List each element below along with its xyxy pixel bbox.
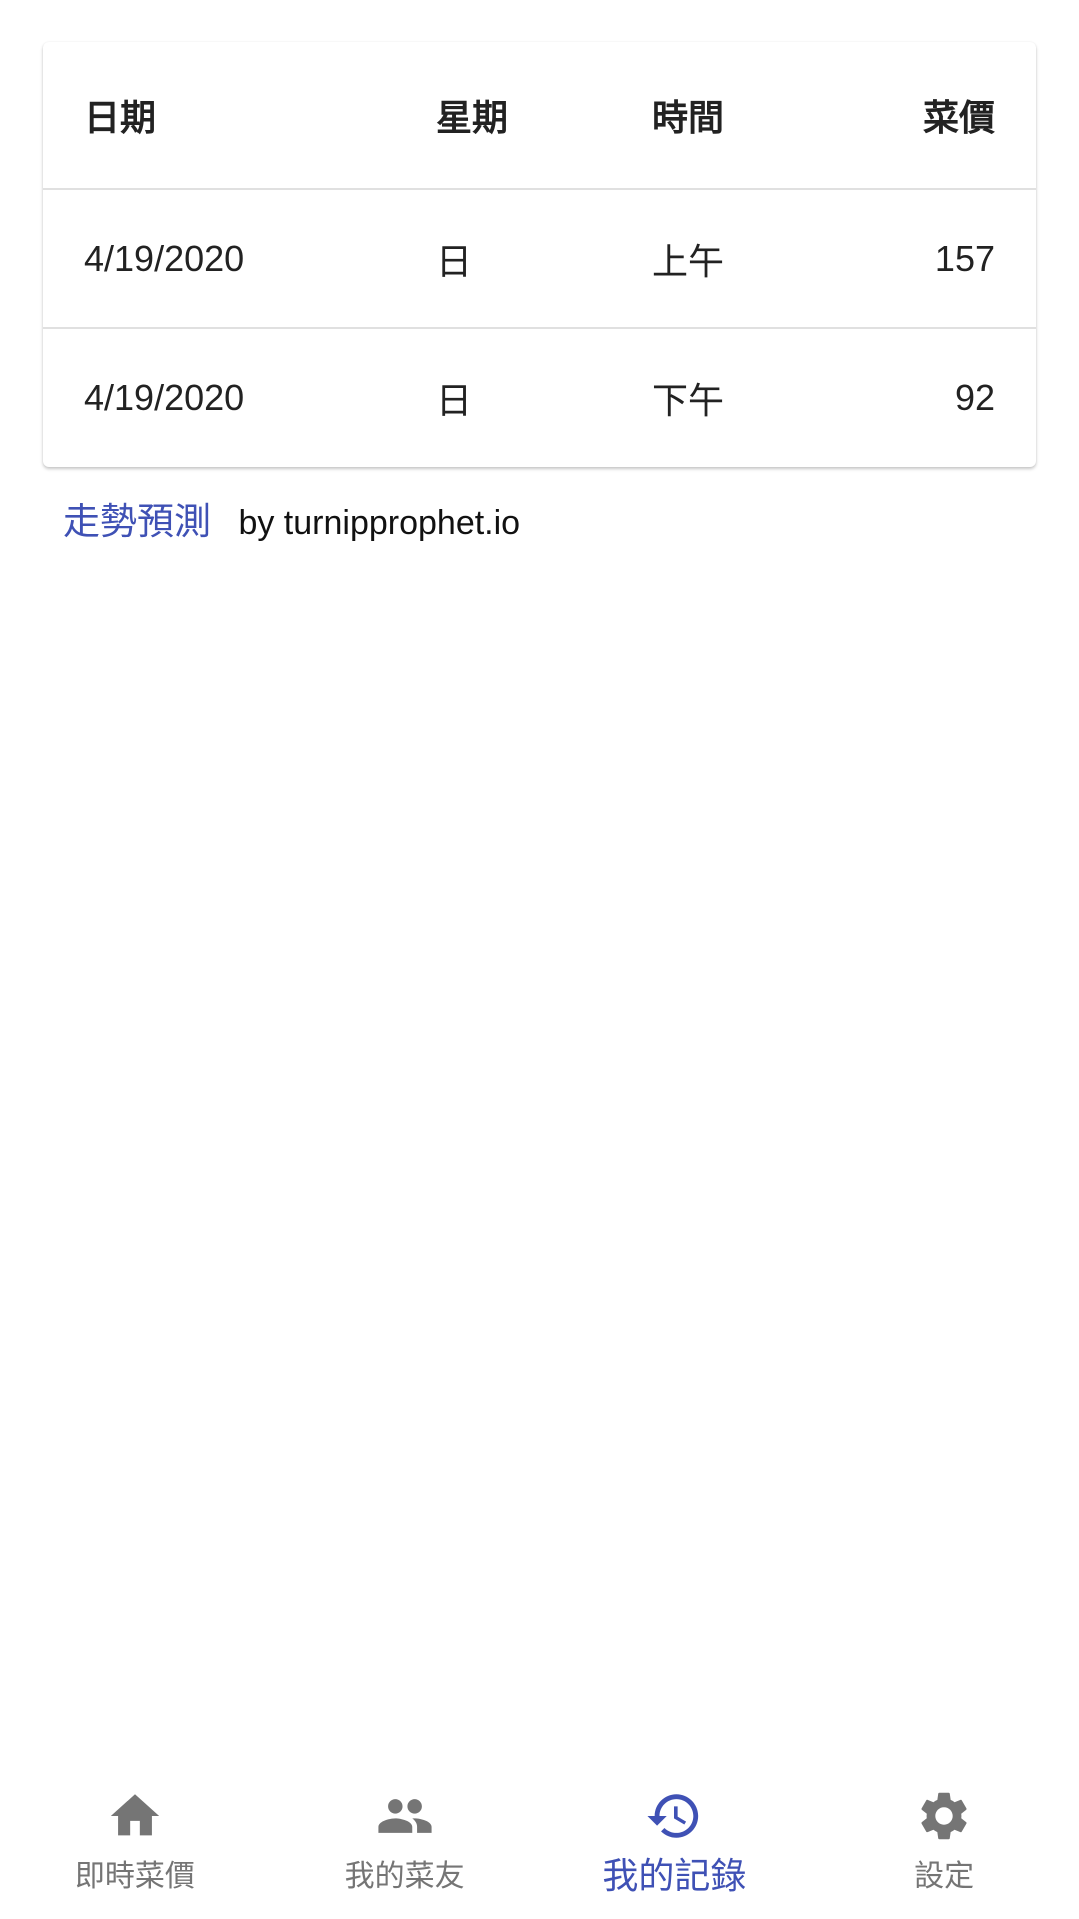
gear-icon	[921, 1792, 967, 1840]
nav-label-my-records: 我的記錄	[602, 1855, 747, 1896]
nav-item-my-friends[interactable]: 我的菜友	[270, 1773, 540, 1919]
people-icon	[378, 1799, 432, 1833]
price-record-card: 日期 星期 時間 菜價 4/19/2020 日 上午 157 4/19/2020…	[43, 42, 1036, 467]
cell-date: 4/19/2020	[84, 237, 245, 279]
nav-label-live-prices: 即時菜價	[74, 1860, 195, 1893]
bottom-navigation: 即時菜價 我的菜友 我的記錄 設定	[0, 1773, 1079, 1919]
cell-price: 92	[954, 377, 995, 418]
table-row[interactable]: 4/19/2020 日 下午 92	[43, 328, 1036, 467]
table-header-row: 日期 星期 時間 菜價	[43, 42, 1036, 189]
cell-date: 4/19/2020	[84, 377, 245, 418]
trend-prediction-link[interactable]: 走勢預測	[63, 501, 211, 542]
header-date[interactable]: 日期	[43, 42, 436, 189]
nav-item-settings[interactable]: 設定	[809, 1773, 1079, 1919]
nav-item-live-prices[interactable]: 即時菜價	[0, 1773, 270, 1919]
cell-time: 下午	[652, 380, 725, 421]
nav-label-my-friends: 我的菜友	[344, 1860, 465, 1893]
cell-weekday: 日	[436, 380, 473, 421]
header-weekday[interactable]: 星期	[436, 42, 652, 189]
nav-label-settings: 設定	[914, 1860, 975, 1893]
cell-weekday: 日	[436, 240, 473, 282]
cell-price: 157	[934, 237, 995, 279]
nav-item-my-records[interactable]: 我的記錄	[540, 1773, 810, 1919]
table-row[interactable]: 4/19/2020 日 上午 157	[43, 189, 1036, 328]
header-time[interactable]: 時間	[652, 42, 868, 189]
header-price[interactable]: 菜價	[868, 42, 1036, 189]
price-record-table: 日期 星期 時間 菜價 4/19/2020 日 上午 157 4/19/2020…	[43, 42, 1036, 467]
cell-time: 上午	[652, 240, 725, 282]
prediction-line: 走勢預測 by turnipprophet.io	[63, 491, 520, 545]
home-icon	[110, 1794, 160, 1836]
history-icon	[647, 1794, 699, 1838]
prediction-source-text: by turnipprophet.io	[238, 504, 521, 542]
